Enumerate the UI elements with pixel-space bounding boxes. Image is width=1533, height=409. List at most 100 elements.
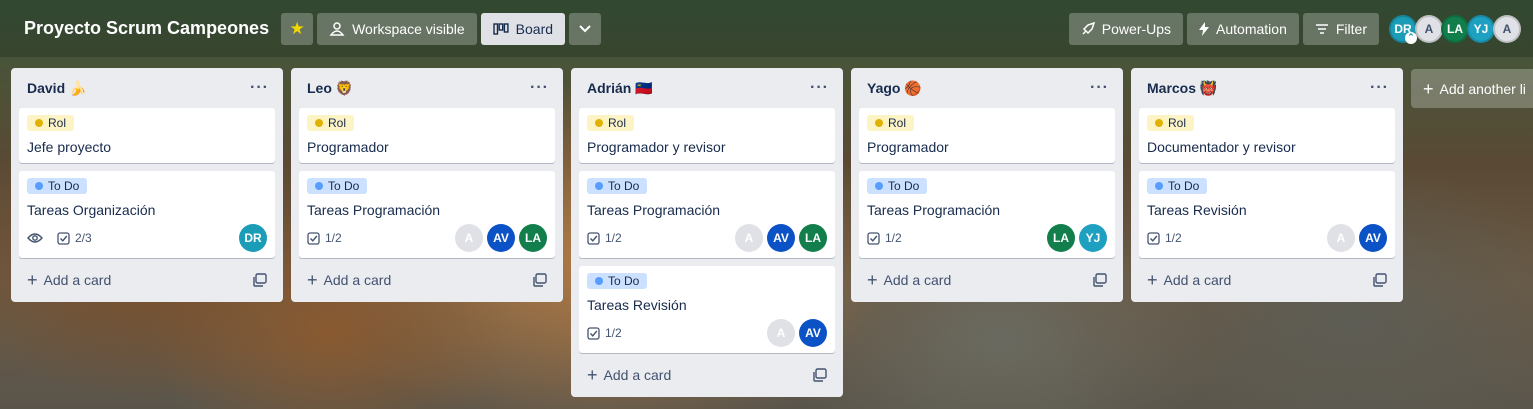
card-label[interactable]: To Do: [587, 273, 648, 289]
template-icon[interactable]: [533, 273, 547, 287]
avatar[interactable]: LA: [519, 224, 547, 252]
visibility-label: Workspace visible: [352, 20, 465, 37]
checklist-icon: [1147, 231, 1160, 245]
card-label[interactable]: To Do: [587, 178, 648, 194]
list-title[interactable]: Leo 🦁: [307, 80, 353, 97]
card[interactable]: To Do Tareas Revisión 1/2 A AV: [579, 266, 835, 353]
list-title[interactable]: Adrián 🇱🇮: [587, 80, 653, 97]
avatar[interactable]: LA: [1047, 224, 1075, 252]
list-header[interactable]: Yago 🏀 ···: [859, 68, 1115, 108]
board-icon: [492, 22, 509, 35]
avatar[interactable]: LA: [1441, 14, 1469, 43]
avatar[interactable]: A: [455, 224, 483, 252]
list-header[interactable]: Marcos 👹 ···: [1139, 68, 1395, 108]
card-title: Tareas Programación: [587, 202, 721, 218]
card[interactable]: To Do Tareas Organización 2/3 DR: [19, 171, 275, 258]
avatar[interactable]: DR: [239, 224, 267, 252]
board-view-button[interactable]: Board: [480, 12, 566, 45]
card-label[interactable]: To Do: [307, 178, 368, 194]
card-label[interactable]: Rol: [587, 115, 635, 131]
template-icon[interactable]: [1093, 273, 1107, 287]
card-badges: 1/2 A AV LA: [587, 224, 827, 252]
template-icon[interactable]: [253, 273, 267, 287]
list-header[interactable]: Leo 🦁 ···: [299, 68, 555, 108]
card-label[interactable]: To Do: [27, 178, 88, 194]
visibility-button[interactable]: Workspace visible: [317, 12, 477, 45]
list[interactable]: David 🍌 ··· Rol Jefe proyecto To Do Tareas Or…: [11, 68, 283, 302]
list-title[interactable]: Marcos 👹: [1147, 80, 1217, 97]
automation-button[interactable]: Automation: [1187, 12, 1299, 45]
add-list-button[interactable]: + Add another li: [1411, 69, 1533, 108]
checklist-count: 1/2: [605, 326, 622, 340]
avatar[interactable]: AV: [1359, 224, 1387, 252]
list[interactable]: Marcos 👹 ··· Rol Documentador y revisor To D…: [1131, 68, 1403, 302]
add-card-label: Add a card: [603, 367, 672, 383]
label-dot: [595, 182, 603, 190]
avatar-initials: A: [1424, 21, 1434, 36]
avatar[interactable]: AV: [799, 319, 827, 347]
card-badges-left: 1/2: [587, 231, 622, 245]
avatar[interactable]: A: [767, 319, 795, 347]
list[interactable]: Yago 🏀 ··· Rol Programador To Do Tareas Progr…: [851, 68, 1123, 302]
card-title: Jefe proyecto: [27, 139, 112, 155]
label-dot: [595, 277, 603, 285]
list-menu-icon[interactable]: ···: [250, 79, 269, 97]
filter-button[interactable]: Filter: [1302, 12, 1379, 45]
list[interactable]: Leo 🦁 ··· Rol Programador To Do Tareas Progra…: [291, 68, 563, 302]
card[interactable]: Rol Documentador y revisor: [1139, 108, 1395, 163]
card-badges-left: 1/2: [587, 326, 622, 340]
card[interactable]: Rol Programador y revisor: [579, 108, 835, 163]
board-title[interactable]: Proyecto Scrum Campeones: [12, 14, 281, 43]
avatar[interactable]: A: [1493, 14, 1521, 43]
card-label[interactable]: Rol: [27, 115, 75, 131]
card-label[interactable]: To Do: [1147, 178, 1208, 194]
card[interactable]: Rol Programador: [299, 108, 555, 163]
list-menu-icon[interactable]: ···: [1090, 79, 1109, 97]
card-members: DR: [239, 224, 267, 252]
card-label[interactable]: Rol: [307, 115, 355, 131]
card[interactable]: Rol Jefe proyecto: [19, 108, 275, 163]
plus-icon: +: [1147, 270, 1158, 290]
list-header[interactable]: Adrián 🇱🇮 ···: [579, 68, 835, 108]
card-label-text: To Do: [608, 179, 640, 193]
avatar[interactable]: A: [1415, 14, 1443, 43]
card[interactable]: Rol Programador: [859, 108, 1115, 163]
avatar[interactable]: A: [735, 224, 763, 252]
card-label[interactable]: Rol: [867, 115, 915, 131]
add-card-button[interactable]: + Add a card: [1147, 271, 1231, 289]
star-button[interactable]: ★: [281, 12, 314, 45]
avatar[interactable]: YJ: [1467, 14, 1495, 43]
card-label-text: Rol: [888, 116, 907, 130]
card-members: LA YJ: [1047, 224, 1107, 252]
card[interactable]: To Do Tareas Programación 1/2 LA YJ: [859, 171, 1115, 258]
avatar[interactable]: AV: [767, 224, 795, 252]
template-icon[interactable]: [1373, 273, 1387, 287]
avatar[interactable]: A: [1327, 224, 1355, 252]
list-title[interactable]: David 🍌: [27, 80, 86, 97]
card-label[interactable]: Rol: [1147, 115, 1195, 131]
checklist-count: 1/2: [885, 231, 902, 245]
add-card-button[interactable]: + Add a card: [867, 271, 951, 289]
add-card-button[interactable]: + Add a card: [27, 271, 111, 289]
template-icon[interactable]: [813, 368, 827, 382]
list-menu-icon[interactable]: ···: [530, 79, 549, 97]
list[interactable]: Adrián 🇱🇮 ··· Rol Programador y revisor To D…: [571, 68, 843, 397]
board-header: Proyecto Scrum Campeones ★ Workspace vis…: [0, 0, 1533, 57]
powerups-button[interactable]: Power-Ups: [1068, 12, 1184, 45]
list-menu-icon[interactable]: ···: [810, 79, 829, 97]
card-members: A AV LA: [455, 224, 547, 252]
view-switcher-button[interactable]: [569, 12, 602, 45]
avatar[interactable]: LA: [799, 224, 827, 252]
list-header[interactable]: David 🍌 ···: [19, 68, 275, 108]
avatar[interactable]: YJ: [1079, 224, 1107, 252]
add-card-button[interactable]: + Add a card: [587, 366, 671, 384]
card-label[interactable]: To Do: [867, 178, 928, 194]
card[interactable]: To Do Tareas Revisión 1/2 A AV: [1139, 171, 1395, 258]
avatar[interactable]: AV: [487, 224, 515, 252]
list-title[interactable]: Yago 🏀: [867, 80, 922, 97]
card[interactable]: To Do Tareas Programación 1/2 A AV LA: [299, 171, 555, 258]
list-menu-icon[interactable]: ···: [1370, 79, 1389, 97]
avatar[interactable]: DR ⌃: [1389, 14, 1417, 44]
card[interactable]: To Do Tareas Programación 1/2 A AV LA: [579, 171, 835, 258]
add-card-button[interactable]: + Add a card: [307, 271, 391, 289]
